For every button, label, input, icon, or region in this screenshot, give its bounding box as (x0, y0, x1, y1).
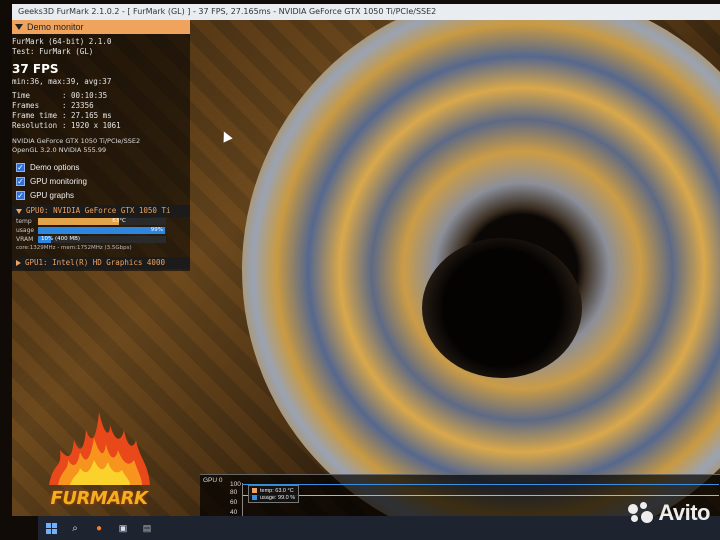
gpu-monitoring-label: GPU monitoring (30, 176, 87, 186)
demo-monitor-header[interactable]: Demo monitor (12, 20, 190, 34)
furmark-taskbar-icon[interactable]: ▤ (140, 521, 154, 535)
stat-value: : 1920 x 1061 (62, 121, 121, 130)
graph-legend: temp: 63.0 °C usage: 99.0 % (248, 485, 300, 503)
usage-value: 99% (150, 227, 163, 233)
stat-key: Resolution (12, 121, 58, 130)
check-icon[interactable]: ✓ (16, 176, 25, 186)
demo-options-checkbox-row[interactable]: ✓ Demo options (12, 160, 190, 174)
windows-start-icon[interactable] (44, 521, 58, 535)
gpu0-title: GPU0: NVIDIA GeForce GTX 1050 Ti (26, 206, 171, 215)
temp-value: 63°C (112, 218, 126, 224)
usage-bar-fill (38, 227, 165, 234)
terminal-icon[interactable]: ▣ (116, 521, 130, 535)
usage-label: usage (16, 227, 35, 234)
stat-key: Frame time (12, 111, 58, 120)
legend-swatch (252, 495, 257, 500)
legend-usage-label: usage: 99.0 % (260, 494, 296, 501)
gpu0-section-header[interactable]: GPU0: NVIDIA GeForce GTX 1050 Ti (12, 205, 190, 217)
temp-line (243, 495, 719, 496)
gpu0-clocks: core:1329MHz - mem:1752MHz (3.5Gbps) (16, 245, 132, 251)
stat-key: Frames (12, 101, 40, 110)
demo-options-label: Demo options (30, 162, 80, 172)
opengl-version: OpenGL 3.2.0 NVIDIA 555.99 (12, 146, 107, 154)
y-tick-label: 60 (230, 499, 238, 506)
gpu-graphs-label: GPU graphs (30, 190, 75, 200)
stat-frame-time: Frame time : 27.165 ms (12, 111, 190, 121)
vram-value: 10% (400 MB) (41, 236, 81, 242)
temp-label: temp (16, 218, 32, 225)
legend-swatch (252, 488, 257, 493)
avito-logo-icon (628, 502, 654, 524)
furmark-logo: FURMARK (44, 400, 154, 515)
donut-center-hole (422, 238, 582, 378)
app-version: FurMark (64-bit) 2.1.0 (12, 37, 112, 46)
check-icon[interactable]: ✓ (16, 162, 25, 172)
demo-monitor-panel: Demo monitor FurMark (64-bit) 2.1.0 Test… (12, 20, 190, 271)
stat-time: Time : 00:10:35 (12, 91, 190, 101)
demo-monitor-title: Demo monitor (27, 22, 84, 32)
legend-temp-label: temp: 63.0 °C (260, 487, 294, 494)
window-title: Geeks3D FurMark 2.1.0.2 - [ FurMark (GL)… (18, 7, 437, 16)
screen: Geeks3D FurMark 2.1.0.2 - [ FurMark (GL)… (0, 0, 720, 540)
stat-frames: Frames : 23356 (12, 101, 190, 111)
stat-key: Time (12, 91, 31, 100)
collapse-arrow-icon[interactable] (15, 24, 23, 30)
avito-watermark: Avito (628, 500, 710, 526)
test-name: Test: FurMark (GL) (12, 47, 94, 56)
stat-value: : 27.165 ms (62, 111, 112, 120)
gpu0-vram-row: VRAM 10% (400 MB) (12, 235, 190, 244)
check-icon[interactable]: ✓ (16, 190, 25, 200)
temp-bar: 63°C (38, 218, 166, 225)
firefox-icon[interactable]: ● (92, 521, 106, 535)
expand-arrow-icon[interactable] (16, 260, 21, 266)
gpu-graphs-checkbox-row[interactable]: ✓ GPU graphs (12, 188, 190, 202)
legend-temp: temp: 63.0 °C (252, 487, 295, 494)
gpu1-section-header[interactable]: GPU1: Intel(R) HD Graphics 4000 (12, 257, 190, 269)
stat-resolution: Resolution : 1920 x 1061 (12, 121, 190, 131)
gpu1-title: GPU1: Intel(R) HD Graphics 4000 (25, 258, 165, 267)
vram-bar: 10% (400 MB) (38, 236, 166, 243)
y-tick-label: 100 (230, 481, 241, 488)
gpu-renderer: NVIDIA GeForce GTX 1050 Ti/PCIe/SSE2 (12, 137, 141, 145)
furmark-logo-text: FURMARK (50, 488, 148, 509)
fps-stats: min:36, max:39, avg:37 (12, 77, 112, 86)
stat-value: : 00:10:35 (62, 91, 108, 100)
graph-title: GPU 0 (203, 477, 223, 484)
avito-watermark-text: Avito (658, 500, 710, 525)
gpu0-usage-row: usage 99% (12, 226, 190, 235)
y-tick-label: 40 (230, 509, 238, 516)
usage-bar: 99% (38, 227, 166, 234)
fps-value: 37 FPS (12, 62, 59, 76)
flame-icon (49, 412, 150, 485)
stat-value: : 23356 (62, 101, 94, 110)
usage-line (243, 484, 719, 485)
y-tick-label: 80 (230, 489, 238, 496)
window-title-bar[interactable]: Geeks3D FurMark 2.1.0.2 - [ FurMark (GL)… (12, 4, 720, 20)
legend-usage: usage: 99.0 % (252, 494, 295, 501)
windows-taskbar: ⌕ ● ▣ ▤ (38, 516, 720, 540)
temp-bar-fill (38, 218, 119, 225)
vram-label: VRAM (16, 236, 34, 243)
search-icon[interactable]: ⌕ (68, 521, 82, 535)
gpu0-temp-row: temp 63°C (12, 217, 190, 226)
expand-arrow-icon[interactable] (16, 208, 22, 214)
gpu-monitoring-checkbox-row[interactable]: ✓ GPU monitoring (12, 174, 190, 188)
